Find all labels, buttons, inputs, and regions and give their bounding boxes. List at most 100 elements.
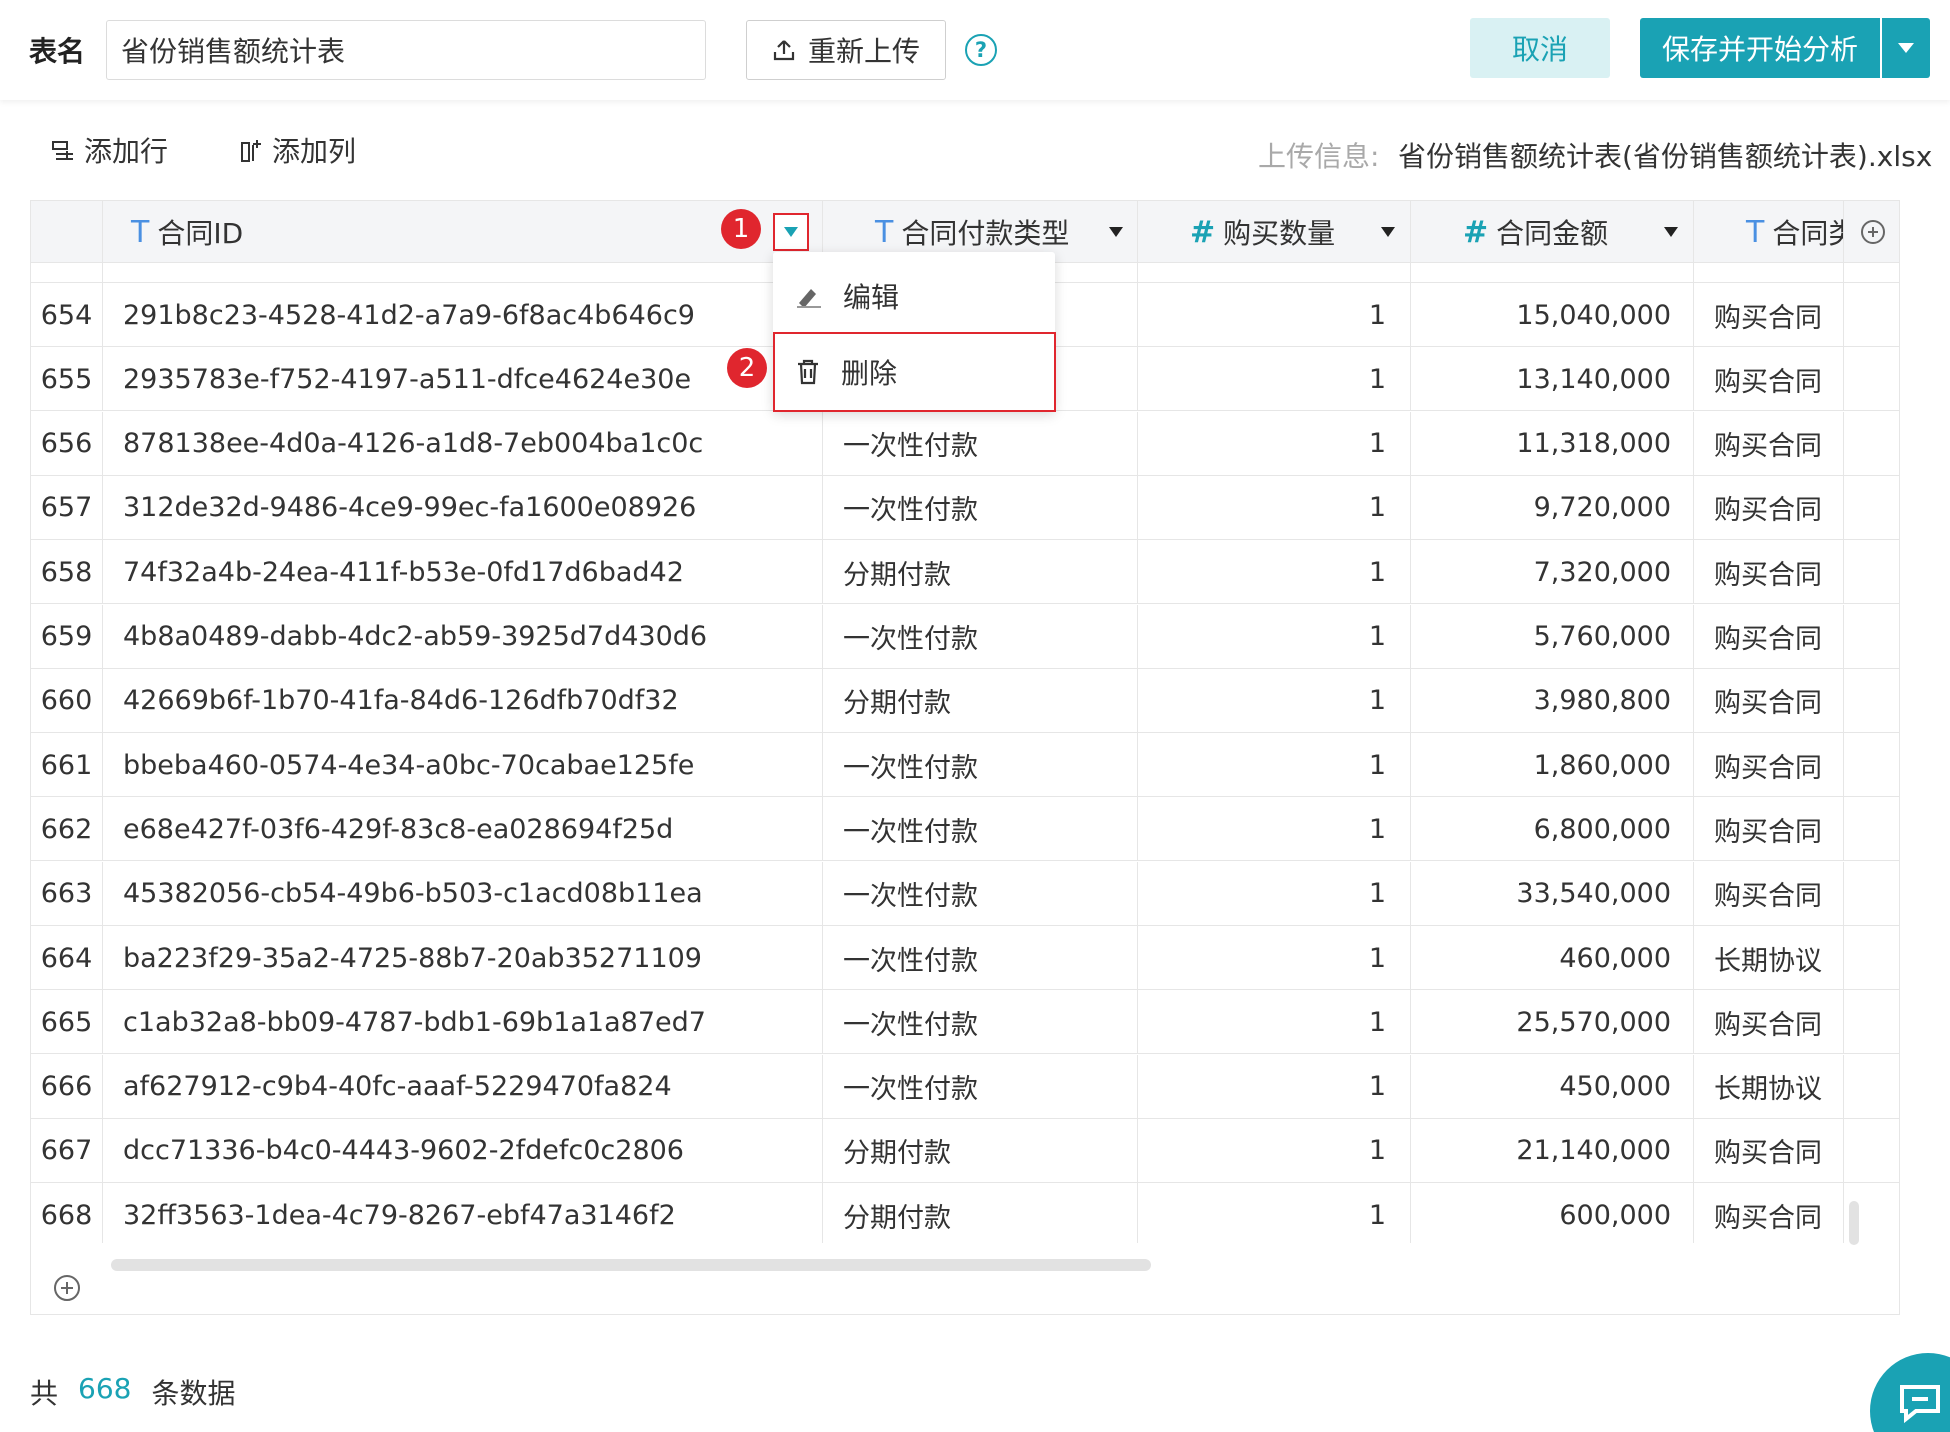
- amount-cell[interactable]: 5,760,000: [1411, 604, 1694, 669]
- payment-type-cell[interactable]: 一次性付款: [823, 990, 1138, 1055]
- save-and-analyze-button[interactable]: 保存并开始分析: [1640, 18, 1880, 78]
- contract-type-cell[interactable]: 购买合同: [1694, 668, 1844, 733]
- amount-cell[interactable]: 1,860,000: [1411, 733, 1694, 798]
- reupload-button[interactable]: 重新上传: [746, 20, 946, 80]
- payment-type-cell[interactable]: 分期付款: [823, 668, 1138, 733]
- payment-type-cell[interactable]: 分期付款: [823, 1118, 1138, 1183]
- quantity-cell[interactable]: 1: [1138, 1183, 1411, 1243]
- column-header-contract-id[interactable]: T 合同ID: [103, 201, 823, 263]
- table-cell[interactable]: [103, 263, 823, 283]
- quantity-cell[interactable]: 1: [1138, 540, 1411, 605]
- table-row[interactable]: 656 878138ee-4d0a-4126-a1d8-7eb004ba1c0c 一…: [31, 411, 1899, 476]
- amount-cell[interactable]: 21,140,000: [1411, 1118, 1694, 1183]
- amount-cell[interactable]: 7,320,000: [1411, 540, 1694, 605]
- payment-type-cell[interactable]: 一次性付款: [823, 733, 1138, 798]
- horizontal-scrollbar[interactable]: [111, 1259, 1151, 1271]
- contract-id-cell[interactable]: dcc71336-b4c0-4443-9602-2fdefc0c2806: [103, 1118, 823, 1183]
- column-menu-button-payment-type[interactable]: [1102, 218, 1130, 246]
- table-name-input[interactable]: [106, 20, 706, 80]
- save-options-dropdown[interactable]: [1882, 18, 1930, 78]
- quantity-cell[interactable]: 1: [1138, 861, 1411, 926]
- payment-type-cell[interactable]: 一次性付款: [823, 926, 1138, 990]
- contract-id-cell[interactable]: e68e427f-03f6-429f-83c8-ea028694f25d: [103, 797, 823, 862]
- contract-type-cell[interactable]: 购买合同: [1694, 733, 1844, 798]
- contract-type-cell[interactable]: 购买合同: [1694, 861, 1844, 926]
- payment-type-cell[interactable]: 一次性付款: [823, 475, 1138, 540]
- quantity-cell[interactable]: 1: [1138, 797, 1411, 862]
- payment-type-cell[interactable]: 分期付款: [823, 540, 1138, 605]
- contract-id-cell[interactable]: 878138ee-4d0a-4126-a1d8-7eb004ba1c0c: [103, 411, 823, 476]
- table-row[interactable]: 664 ba223f29-35a2-4725-88b7-20ab35271109 一…: [31, 926, 1899, 990]
- contract-id-cell[interactable]: 74f32a4b-24ea-411f-b53e-0fd17d6bad42: [103, 540, 823, 605]
- column-header-quantity[interactable]: # 购买数量: [1138, 201, 1411, 263]
- add-row-inline-button[interactable]: [53, 1274, 81, 1306]
- contract-type-cell[interactable]: 购买合同: [1694, 411, 1844, 476]
- quantity-cell[interactable]: 1: [1138, 990, 1411, 1055]
- payment-type-cell[interactable]: 一次性付款: [823, 1054, 1138, 1119]
- menu-item-edit[interactable]: 编辑: [773, 260, 1055, 332]
- contract-id-cell[interactable]: 2935783e-f752-4197-a511-dfce4624e30e: [103, 347, 823, 412]
- quantity-cell[interactable]: 1: [1138, 668, 1411, 733]
- table-cell[interactable]: [1694, 263, 1844, 283]
- quantity-cell[interactable]: 1: [1138, 411, 1411, 476]
- table-row[interactable]: 668 32ff3563-1dea-4c79-8267-ebf47a3146f2 分…: [31, 1183, 1899, 1243]
- contract-type-cell[interactable]: 购买合同: [1694, 1118, 1844, 1183]
- amount-cell[interactable]: 25,570,000: [1411, 990, 1694, 1055]
- table-row[interactable]: 659 4b8a0489-dabb-4dc2-ab59-3925d7d430d6 一…: [31, 604, 1899, 669]
- contract-type-cell[interactable]: 购买合同: [1694, 540, 1844, 605]
- payment-type-cell[interactable]: 分期付款: [823, 1183, 1138, 1243]
- quantity-cell[interactable]: 1: [1138, 1054, 1411, 1119]
- amount-cell[interactable]: 6,800,000: [1411, 797, 1694, 862]
- column-menu-button-contract-id[interactable]: [777, 218, 805, 246]
- table-row[interactable]: 660 42669b6f-1b70-41fa-84d6-126dfb70df32 分…: [31, 668, 1899, 733]
- contract-id-cell[interactable]: ba223f29-35a2-4725-88b7-20ab35271109: [103, 926, 823, 990]
- column-menu-button-quantity[interactable]: [1374, 218, 1402, 246]
- amount-cell[interactable]: 450,000: [1411, 1054, 1694, 1119]
- contract-type-cell[interactable]: 购买合同: [1694, 797, 1844, 862]
- table-row[interactable]: 661 bbeba460-0574-4e34-a0bc-70cabae125fe 一…: [31, 733, 1899, 798]
- quantity-cell[interactable]: 1: [1138, 926, 1411, 990]
- contract-id-cell[interactable]: 42669b6f-1b70-41fa-84d6-126dfb70df32: [103, 668, 823, 733]
- contract-id-cell[interactable]: 32ff3563-1dea-4c79-8267-ebf47a3146f2: [103, 1183, 823, 1243]
- contract-type-cell[interactable]: 购买合同: [1694, 1183, 1844, 1243]
- add-column-button[interactable]: 添加列: [238, 130, 356, 170]
- quantity-cell[interactable]: 1: [1138, 604, 1411, 669]
- quantity-cell[interactable]: 1: [1138, 1118, 1411, 1183]
- amount-cell[interactable]: 13,140,000: [1411, 347, 1694, 412]
- payment-type-cell[interactable]: 一次性付款: [823, 411, 1138, 476]
- help-icon[interactable]: ?: [965, 34, 997, 66]
- table-row[interactable]: 657 312de32d-9486-4ce9-99ec-fa1600e08926 一…: [31, 475, 1899, 540]
- amount-cell[interactable]: 15,040,000: [1411, 283, 1694, 347]
- payment-type-cell[interactable]: 一次性付款: [823, 797, 1138, 862]
- contract-id-cell[interactable]: 291b8c23-4528-41d2-a7a9-6f8ac4b646c9: [103, 283, 823, 347]
- contract-id-cell[interactable]: bbeba460-0574-4e34-a0bc-70cabae125fe: [103, 733, 823, 798]
- payment-type-cell[interactable]: 一次性付款: [823, 604, 1138, 669]
- quantity-cell[interactable]: 1: [1138, 475, 1411, 540]
- amount-cell[interactable]: 600,000: [1411, 1183, 1694, 1243]
- contract-id-cell[interactable]: c1ab32a8-bb09-4787-bdb1-69b1a1a87ed7: [103, 990, 823, 1055]
- table-row[interactable]: 658 74f32a4b-24ea-411f-b53e-0fd17d6bad42 分…: [31, 540, 1899, 605]
- amount-cell[interactable]: 33,540,000: [1411, 861, 1694, 926]
- table-cell[interactable]: [31, 263, 103, 283]
- cancel-button[interactable]: 取消: [1470, 18, 1610, 78]
- contract-type-cell[interactable]: 长期协议: [1694, 1054, 1844, 1119]
- contract-id-cell[interactable]: af627912-c9b4-40fc-aaaf-5229470fa824: [103, 1054, 823, 1119]
- contract-type-cell[interactable]: 购买合同: [1694, 990, 1844, 1055]
- table-row[interactable]: 665 c1ab32a8-bb09-4787-bdb1-69b1a1a87ed7 一…: [31, 990, 1899, 1055]
- vertical-scrollbar[interactable]: [1849, 1201, 1859, 1245]
- add-row-button[interactable]: 添加行: [50, 130, 168, 170]
- add-column-header-button[interactable]: [1844, 201, 1899, 263]
- table-cell[interactable]: [1138, 263, 1411, 283]
- contract-type-cell[interactable]: 长期协议: [1694, 926, 1844, 990]
- quantity-cell[interactable]: 1: [1138, 283, 1411, 347]
- table-row[interactable]: 662 e68e427f-03f6-429f-83c8-ea028694f25d 一…: [31, 797, 1899, 862]
- quantity-cell[interactable]: 1: [1138, 733, 1411, 798]
- contract-type-cell[interactable]: 购买合同: [1694, 475, 1844, 540]
- contract-id-cell[interactable]: 45382056-cb54-49b6-b503-c1acd08b11ea: [103, 861, 823, 926]
- column-header-contract-type[interactable]: T 合同类型: [1694, 201, 1844, 263]
- table-row[interactable]: 666 af627912-c9b4-40fc-aaaf-5229470fa824 一…: [31, 1054, 1899, 1119]
- contract-type-cell[interactable]: 购买合同: [1694, 283, 1844, 347]
- contract-type-cell[interactable]: 购买合同: [1694, 347, 1844, 412]
- column-menu-button-amount[interactable]: [1657, 218, 1685, 246]
- table-row[interactable]: 663 45382056-cb54-49b6-b503-c1acd08b11ea 一…: [31, 861, 1899, 926]
